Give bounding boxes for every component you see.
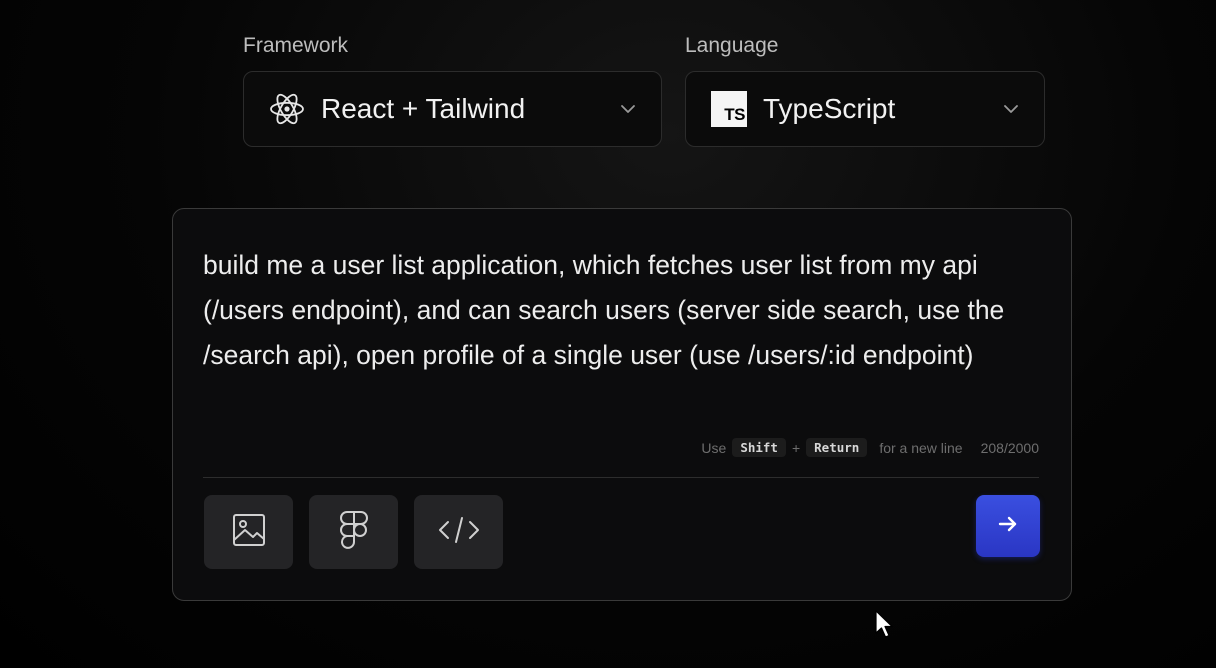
react-atom-icon bbox=[268, 90, 306, 128]
shift-key: Shift bbox=[732, 438, 786, 457]
figma-import-button[interactable] bbox=[309, 495, 398, 569]
language-value: TypeScript bbox=[763, 93, 896, 124]
code-icon bbox=[437, 514, 481, 551]
chevron-down-icon bbox=[617, 98, 639, 120]
mouse-cursor-icon bbox=[874, 609, 894, 639]
character-count: 208/2000 bbox=[980, 439, 1039, 456]
composer-divider bbox=[203, 477, 1039, 478]
send-button[interactable] bbox=[976, 495, 1040, 557]
prompt-composer: build me a user list application, which … bbox=[172, 208, 1072, 601]
arrow-right-icon bbox=[996, 512, 1020, 541]
framework-select[interactable]: React + Tailwind bbox=[243, 71, 662, 147]
framework-label: Framework bbox=[243, 34, 349, 57]
language-select[interactable]: TS TypeScript bbox=[685, 71, 1045, 147]
figma-icon bbox=[339, 510, 369, 554]
code-snippet-button[interactable] bbox=[414, 495, 503, 569]
language-label: Language bbox=[685, 34, 779, 57]
image-icon bbox=[231, 512, 267, 553]
app-screen: Framework React + Tailwind Language TS T… bbox=[0, 0, 1216, 668]
input-hint: Use Shift + Return for a new line 208/20… bbox=[701, 438, 1039, 457]
hint-prefix: Use bbox=[701, 439, 727, 456]
typescript-badge: TS bbox=[711, 91, 747, 127]
framework-value: React + Tailwind bbox=[321, 93, 526, 124]
hint-suffix: for a new line bbox=[879, 439, 963, 456]
attach-image-button[interactable] bbox=[204, 495, 293, 569]
prompt-textarea[interactable]: build me a user list application, which … bbox=[203, 243, 1043, 378]
hint-plus: + bbox=[791, 439, 801, 456]
chevron-down-icon bbox=[1000, 98, 1022, 120]
typescript-icon: TS bbox=[710, 90, 748, 128]
return-key: Return bbox=[806, 438, 868, 457]
